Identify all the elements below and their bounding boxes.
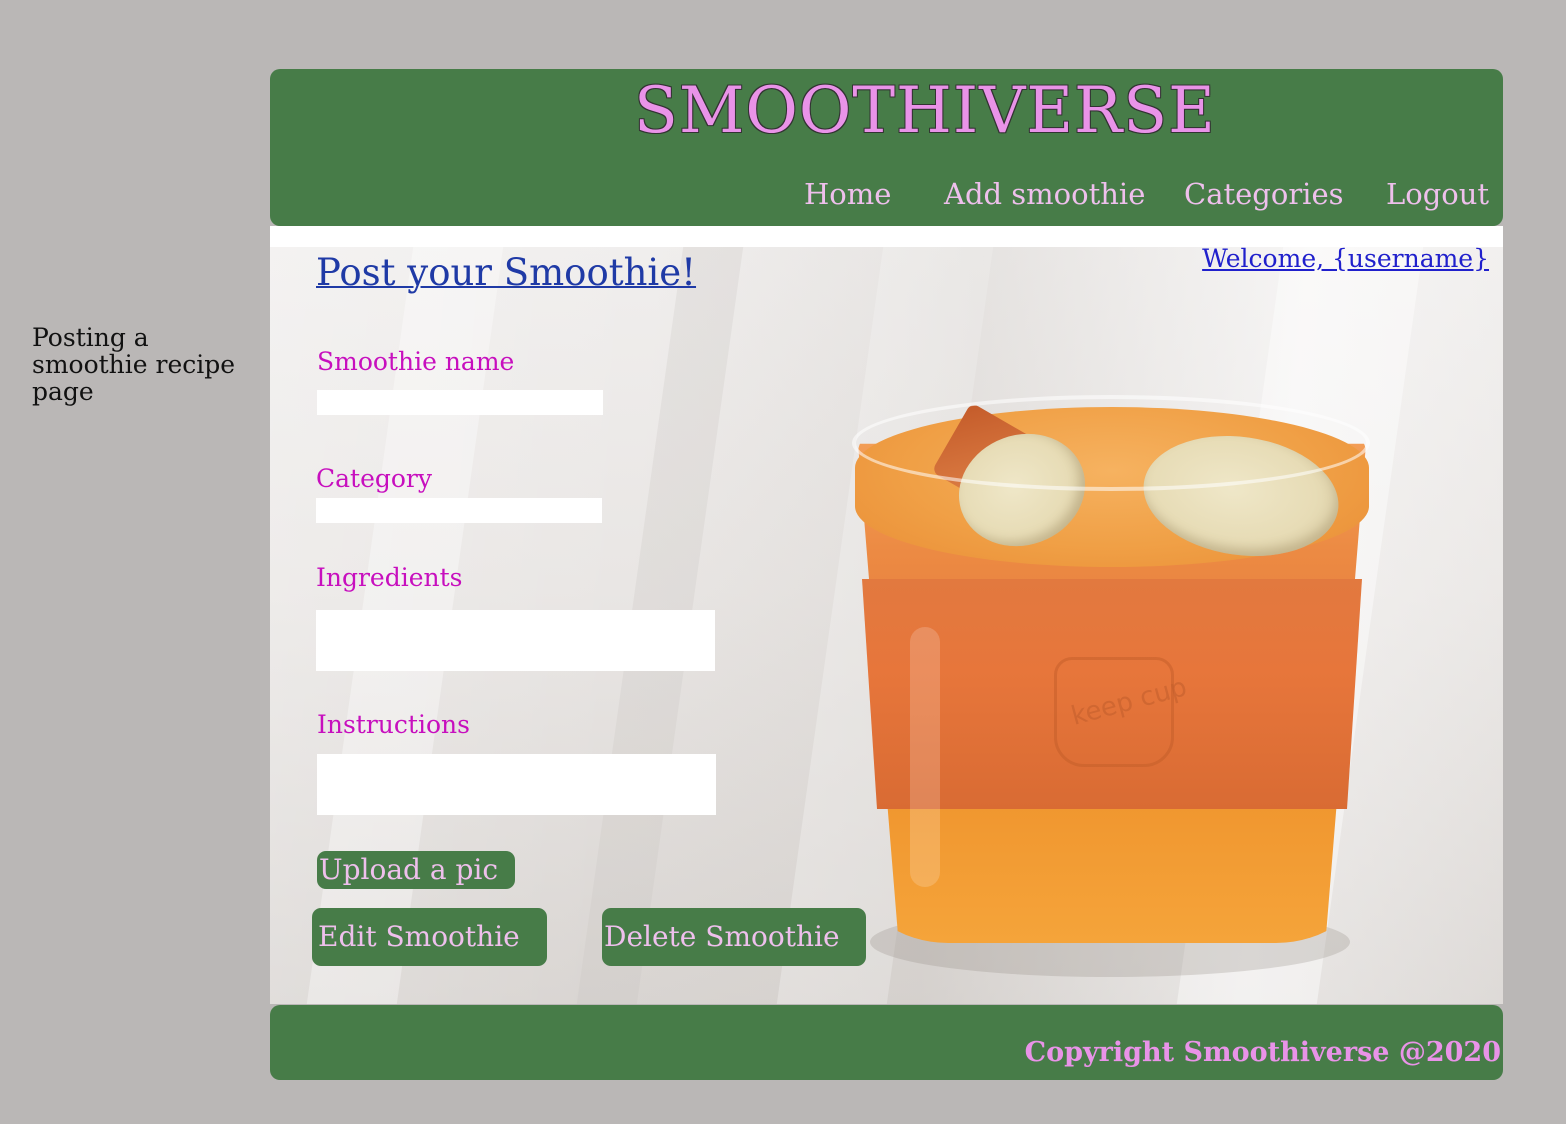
page-title[interactable]: Post your Smoothie! — [316, 249, 696, 297]
upload-pic-button[interactable]: Upload a pic — [317, 851, 515, 889]
ingredients-textarea[interactable] — [316, 610, 715, 671]
copyright-text: Copyright Smoothiverse @2020 — [1024, 1037, 1501, 1068]
welcome-user-link[interactable]: Welcome, {username} — [1202, 242, 1489, 276]
ingredients-label: Ingredients — [316, 563, 463, 592]
cup-highlight — [910, 627, 940, 887]
nav-add-smoothie-link[interactable]: Add smoothie — [944, 176, 1145, 212]
site-logo-title: SMOOTHIVERSE — [634, 74, 1216, 148]
smoothie-name-input[interactable] — [317, 390, 603, 415]
delete-smoothie-button[interactable]: Delete Smoothie — [602, 908, 866, 966]
instructions-label: Instructions — [317, 710, 470, 739]
category-label: Category — [316, 464, 433, 493]
cup-rim — [852, 395, 1370, 491]
site-header: SMOOTHIVERSE Home Add smoothie Categorie… — [270, 69, 1503, 226]
nav-logout-link[interactable]: Logout — [1386, 176, 1489, 212]
category-input[interactable] — [316, 498, 602, 523]
instructions-textarea[interactable] — [317, 754, 716, 815]
app-frame: SMOOTHIVERSE Home Add smoothie Categorie… — [270, 69, 1503, 1080]
smoothie-name-label: Smoothie name — [317, 347, 515, 376]
edit-smoothie-button[interactable]: Edit Smoothie — [312, 908, 547, 966]
main-content: keep cup Post your Smoothie! Welcome, {u… — [270, 226, 1503, 1004]
nav-home-link[interactable]: Home — [804, 176, 891, 212]
nav-categories-link[interactable]: Categories — [1184, 176, 1344, 212]
annotation-note: Posting a smoothie recipe page — [32, 323, 236, 406]
site-footer: Copyright Smoothiverse @2020 — [270, 1005, 1503, 1080]
